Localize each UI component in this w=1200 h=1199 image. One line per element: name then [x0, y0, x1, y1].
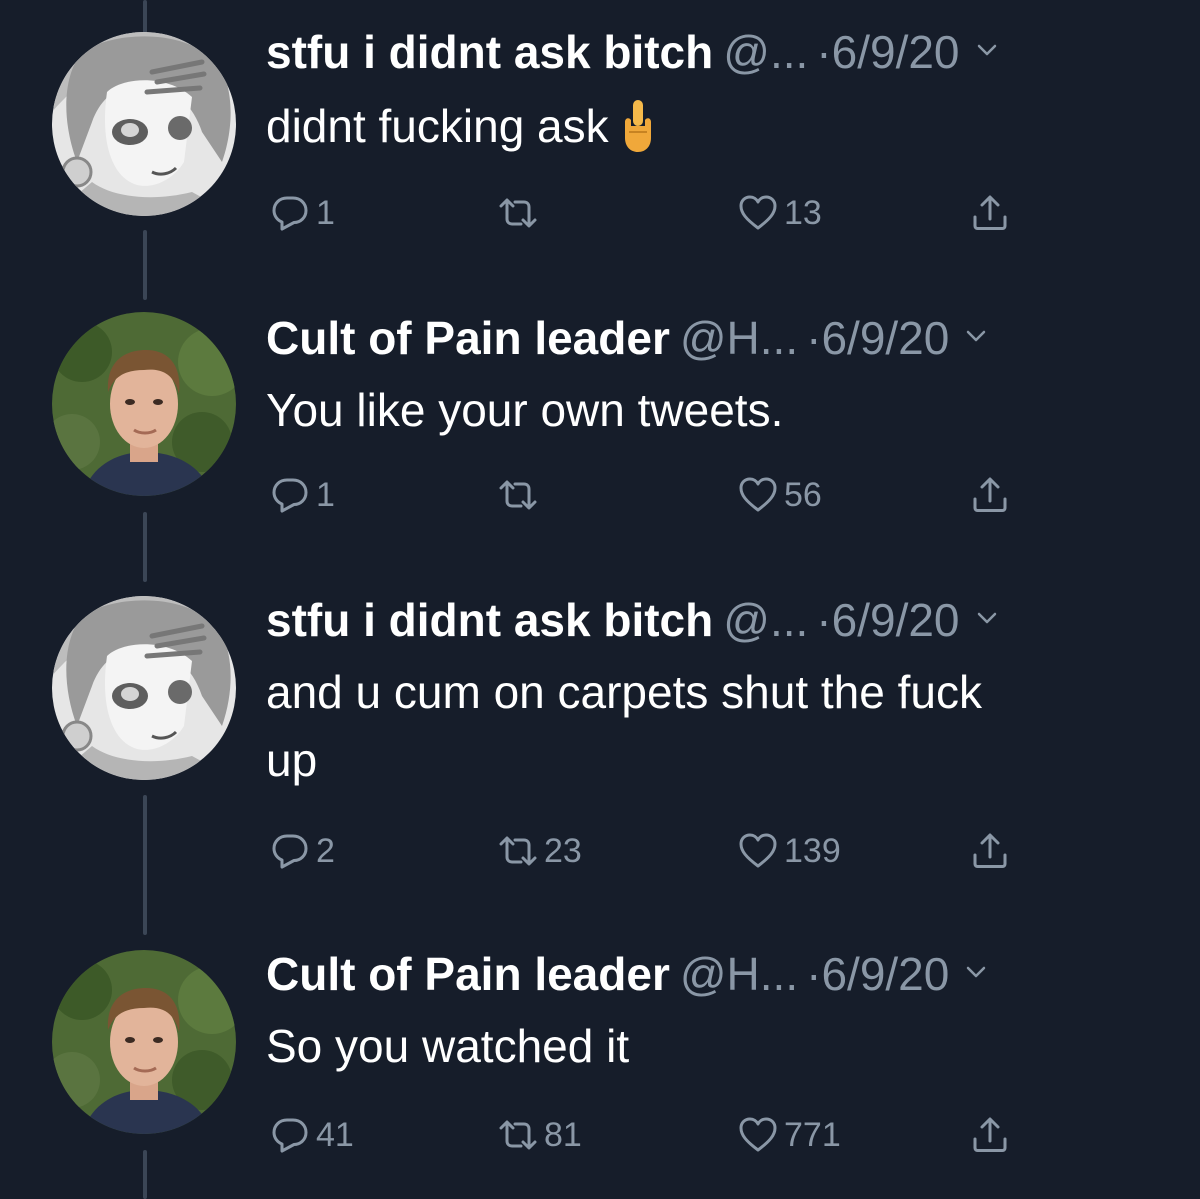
retweet-icon [498, 193, 538, 233]
retweet-icon [498, 1115, 538, 1155]
tweet-actions: 1 56 [270, 470, 1070, 520]
display-name[interactable]: stfu i didnt ask bitch [266, 594, 713, 646]
tweet-header: stfu i didnt ask bitch @... ·6/9/20 [266, 22, 1166, 82]
share-button[interactable] [970, 1110, 1010, 1160]
separator: · [806, 948, 822, 1000]
thread-line [143, 230, 147, 300]
heart-icon [738, 193, 778, 233]
share-button[interactable] [970, 470, 1010, 520]
reply-count: 2 [316, 831, 335, 870]
reply-button[interactable]: 1 [270, 470, 335, 520]
like-count: 56 [784, 475, 822, 514]
separator: · [816, 594, 832, 646]
retweet-button[interactable]: 81 [498, 1110, 582, 1160]
reply-button[interactable]: 1 [270, 188, 335, 238]
reply-icon [270, 831, 310, 871]
retweet-icon [498, 475, 538, 515]
tweet-text-line: up [266, 734, 318, 786]
tweet-text: So you watched it [266, 1012, 1166, 1080]
share-button[interactable] [970, 188, 1010, 238]
chevron-down-icon[interactable] [976, 39, 998, 61]
tweet-text-line: So you watched it [266, 1020, 630, 1072]
person-photo-avatar-icon [52, 312, 236, 496]
avatar[interactable] [52, 950, 236, 1134]
reply-count: 41 [316, 1115, 354, 1154]
thread-line [143, 795, 147, 935]
anime-avatar-icon [52, 596, 236, 780]
tweet-date[interactable]: 6/9/20 [821, 948, 949, 1000]
retweet-count: 81 [544, 1115, 582, 1154]
display-name[interactable]: Cult of Pain leader [266, 948, 670, 1000]
retweet-count: 23 [544, 831, 582, 870]
display-name[interactable]: stfu i didnt ask bitch [266, 26, 713, 78]
share-button[interactable] [970, 826, 1010, 876]
tweet-text-line: didnt fucking ask [266, 100, 609, 152]
heart-icon [738, 831, 778, 871]
heart-icon [738, 475, 778, 515]
retweet-button[interactable] [498, 470, 544, 520]
reply-icon [270, 193, 310, 233]
reply-button[interactable]: 2 [270, 826, 335, 876]
separator: · [806, 312, 822, 364]
heart-icon [738, 1115, 778, 1155]
retweet-button[interactable]: 23 [498, 826, 582, 876]
avatar[interactable] [52, 312, 236, 496]
tweet-date[interactable]: 6/9/20 [821, 312, 949, 364]
share-icon [970, 1115, 1010, 1155]
tweet-header: stfu i didnt ask bitch @... ·6/9/20 [266, 590, 1166, 650]
share-icon [970, 831, 1010, 871]
retweet-button[interactable] [498, 188, 544, 238]
reply-count: 1 [316, 475, 335, 514]
tweet-text: didnt fucking ask [266, 92, 1166, 160]
user-handle[interactable]: @H... [680, 948, 798, 1000]
reply-count: 1 [316, 193, 335, 232]
tweet-header: Cult of Pain leader @H... ·6/9/20 [266, 944, 1166, 1004]
tweet-actions: 41 81 771 [270, 1110, 1070, 1160]
share-icon [970, 475, 1010, 515]
tweet-text-line: You like your own tweets. [266, 384, 784, 436]
tweet-date[interactable]: 6/9/20 [832, 594, 960, 646]
share-icon [970, 193, 1010, 233]
like-button[interactable]: 56 [738, 470, 822, 520]
reply-button[interactable]: 41 [270, 1110, 354, 1160]
like-button[interactable]: 13 [738, 188, 822, 238]
chevron-down-icon[interactable] [965, 325, 987, 347]
like-button[interactable]: 139 [738, 826, 841, 876]
tweet-date[interactable]: 6/9/20 [832, 26, 960, 78]
reply-icon [270, 1115, 310, 1155]
tweet-text: You like your own tweets. [266, 376, 1166, 444]
retweet-icon [498, 831, 538, 871]
like-button[interactable]: 771 [738, 1110, 841, 1160]
user-handle[interactable]: @... [723, 594, 808, 646]
chevron-down-icon[interactable] [965, 961, 987, 983]
reply-icon [270, 475, 310, 515]
tweet-text-line: and u cum on carpets shut the fuck [266, 666, 982, 718]
user-handle[interactable]: @... [723, 26, 808, 78]
tweet-actions: 2 23 139 [270, 826, 1070, 876]
tweet-header: Cult of Pain leader @H... ·6/9/20 [266, 308, 1166, 368]
display-name[interactable]: Cult of Pain leader [266, 312, 670, 364]
anime-avatar-icon [52, 32, 236, 216]
thread-line [143, 1150, 147, 1199]
user-handle[interactable]: @H... [680, 312, 798, 364]
tweet-text: and u cum on carpets shut the fuck up [266, 658, 1166, 794]
avatar[interactable] [52, 596, 236, 780]
tweet-actions: 1 13 [270, 188, 1070, 238]
avatar[interactable] [52, 32, 236, 216]
like-count: 13 [784, 193, 822, 232]
separator: · [816, 26, 832, 78]
middle-finger-emoji-icon [619, 98, 657, 154]
like-count: 771 [784, 1115, 841, 1154]
thread-line [143, 512, 147, 582]
person-photo-avatar-icon [52, 950, 236, 1134]
like-count: 139 [784, 831, 841, 870]
chevron-down-icon[interactable] [976, 607, 998, 629]
